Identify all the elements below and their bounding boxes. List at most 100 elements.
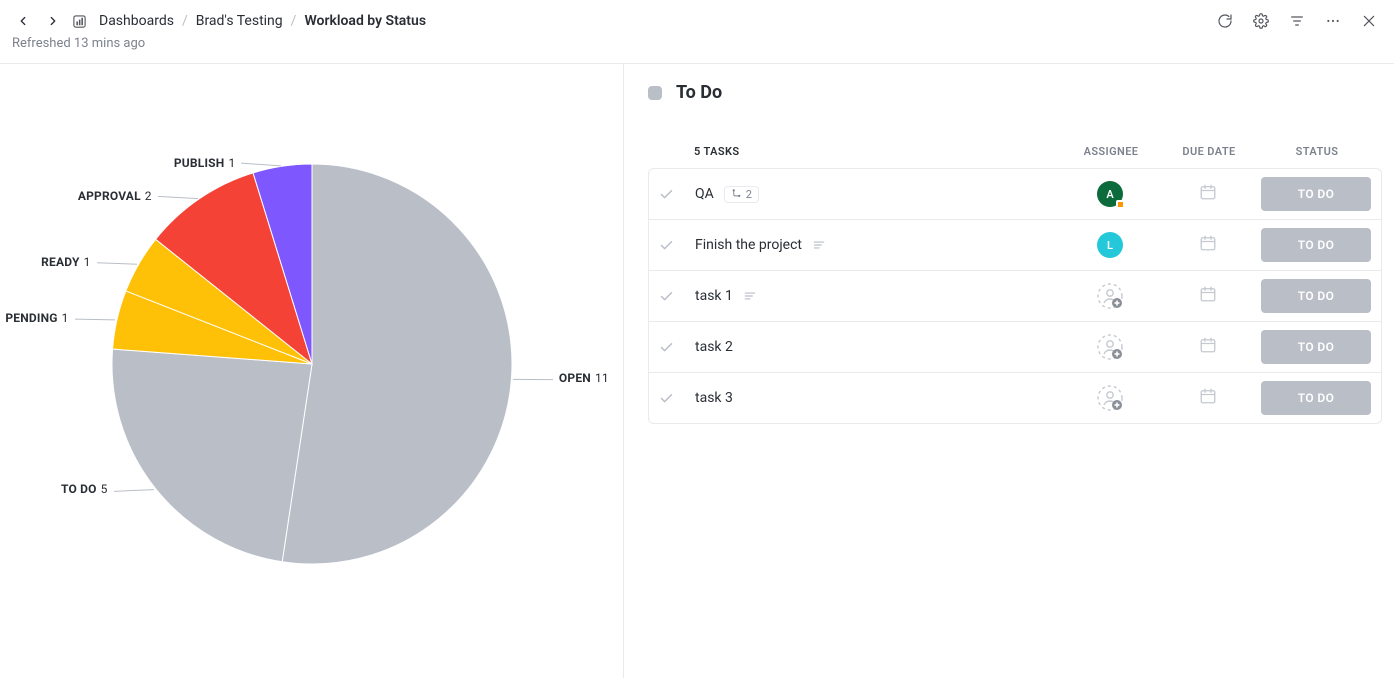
chart-label-value: 1 bbox=[228, 156, 235, 170]
task-title: task 3 bbox=[695, 390, 733, 406]
calendar-icon[interactable] bbox=[1199, 336, 1217, 358]
nav-forward-button[interactable] bbox=[42, 10, 64, 32]
calendar-icon[interactable] bbox=[1199, 387, 1217, 409]
status-pill[interactable]: TO DO bbox=[1261, 330, 1371, 364]
chart-label-name: TO DO bbox=[61, 482, 97, 496]
task-table: 5 TASKS ASSIGNEE DUE DATE STATUS QA2 A TO … bbox=[624, 121, 1394, 424]
breadcrumb: Dashboards / Brad's Testing / Workload b… bbox=[72, 13, 426, 29]
chart-label: PENDING1 bbox=[5, 311, 68, 325]
pie-chart: OPEN11TO DO5PENDING1READY1APPROVAL2PUBLI… bbox=[20, 84, 603, 644]
task-title: Finish the project bbox=[695, 237, 802, 253]
pie-chart-svg[interactable] bbox=[102, 154, 522, 574]
status-pill[interactable]: TO DO bbox=[1261, 228, 1371, 262]
check-icon[interactable] bbox=[659, 187, 687, 202]
due-date-cell[interactable] bbox=[1163, 387, 1253, 409]
due-date-cell[interactable] bbox=[1163, 234, 1253, 256]
due-date-cell[interactable] bbox=[1163, 336, 1253, 358]
status-pill[interactable]: TO DO bbox=[1261, 279, 1371, 313]
description-icon bbox=[743, 289, 757, 303]
chart-label-name: OPEN bbox=[559, 371, 591, 385]
subtask-count: 2 bbox=[746, 188, 752, 201]
check-icon[interactable] bbox=[659, 238, 687, 253]
close-icon[interactable] bbox=[1360, 12, 1378, 30]
chart-label-name: READY bbox=[41, 255, 79, 269]
task-title-cell[interactable]: task 2 bbox=[695, 339, 1057, 355]
table-row[interactable]: Finish the project L TO DO bbox=[649, 220, 1381, 271]
status-color-chip bbox=[648, 86, 662, 100]
chart-label-value: 1 bbox=[84, 255, 91, 269]
task-count: 5 TASKS bbox=[694, 145, 1058, 158]
chart-label-value: 5 bbox=[101, 482, 108, 496]
table-row[interactable]: task 2 TO DO bbox=[649, 322, 1381, 373]
chart-label: APPROVAL 2 bbox=[78, 189, 152, 203]
filter-icon[interactable] bbox=[1288, 12, 1306, 30]
task-table-body: QA2 A TO DO Finish the project L TO DO task 1 T… bbox=[648, 168, 1382, 424]
due-date-cell[interactable] bbox=[1163, 183, 1253, 205]
status-pill[interactable]: TO DO bbox=[1261, 177, 1371, 211]
check-icon[interactable] bbox=[659, 391, 687, 406]
table-row[interactable]: QA2 A TO DO bbox=[649, 169, 1381, 220]
subtask-chip[interactable]: 2 bbox=[724, 186, 759, 203]
calendar-icon[interactable] bbox=[1199, 183, 1217, 205]
top-bar-right bbox=[1216, 12, 1378, 30]
description-icon bbox=[812, 238, 826, 252]
panel-header: To Do bbox=[624, 64, 1394, 121]
chart-label-name: PUBLISH bbox=[174, 156, 225, 170]
main-split: OPEN11TO DO5PENDING1READY1APPROVAL2PUBLI… bbox=[0, 64, 1394, 678]
breadcrumb-folder[interactable]: Brad's Testing bbox=[196, 13, 283, 29]
breadcrumb-current[interactable]: Workload by Status bbox=[304, 13, 426, 29]
pie-slice[interactable] bbox=[112, 349, 312, 562]
task-table-header: 5 TASKS ASSIGNEE DUE DATE STATUS bbox=[648, 121, 1382, 168]
chart-label-name: APPROVAL bbox=[78, 189, 141, 203]
assign-user-icon[interactable] bbox=[1097, 334, 1123, 360]
separator: / bbox=[182, 13, 188, 29]
chart-panel: OPEN11TO DO5PENDING1READY1APPROVAL2PUBLI… bbox=[0, 64, 624, 678]
breadcrumb-dashboards[interactable]: Dashboards bbox=[99, 13, 174, 29]
status-pill[interactable]: TO DO bbox=[1261, 381, 1371, 415]
assignee-cell[interactable] bbox=[1065, 283, 1155, 309]
task-title-cell[interactable]: task 1 bbox=[695, 288, 1057, 304]
task-title-cell[interactable]: task 3 bbox=[695, 390, 1057, 406]
check-icon[interactable] bbox=[659, 340, 687, 355]
avatar[interactable]: A bbox=[1097, 181, 1123, 207]
chart-label: READY 1 bbox=[41, 255, 90, 269]
more-icon[interactable] bbox=[1324, 12, 1342, 30]
check-icon[interactable] bbox=[659, 289, 687, 304]
task-panel: To Do 5 TASKS ASSIGNEE DUE DATE STATUS Q… bbox=[624, 64, 1394, 678]
assignee-cell[interactable]: L bbox=[1065, 232, 1155, 258]
separator: / bbox=[291, 13, 297, 29]
chart-label-name: PENDING bbox=[5, 311, 57, 325]
avatar[interactable]: L bbox=[1097, 232, 1123, 258]
dashboard-icon bbox=[72, 14, 87, 29]
pie-slice[interactable] bbox=[282, 164, 512, 564]
assignee-cell[interactable] bbox=[1065, 334, 1155, 360]
task-title-cell[interactable]: QA2 bbox=[695, 186, 1057, 203]
task-title: task 2 bbox=[695, 339, 733, 355]
refresh-icon[interactable] bbox=[1216, 12, 1234, 30]
assignee-cell[interactable]: A bbox=[1065, 181, 1155, 207]
nav-back-button[interactable] bbox=[12, 10, 34, 32]
top-bar-left: Dashboards / Brad's Testing / Workload b… bbox=[12, 10, 426, 32]
table-row[interactable]: task 1 TO DO bbox=[649, 271, 1381, 322]
col-status[interactable]: STATUS bbox=[1262, 145, 1372, 158]
refresh-status: Refreshed 13 mins ago bbox=[0, 36, 1394, 63]
chart-label-value: 2 bbox=[145, 189, 152, 203]
gear-icon[interactable] bbox=[1252, 12, 1270, 30]
assign-user-icon[interactable] bbox=[1097, 385, 1123, 411]
panel-title: To Do bbox=[676, 82, 722, 103]
task-title-cell[interactable]: Finish the project bbox=[695, 237, 1057, 253]
chart-label: OPEN 11 bbox=[559, 371, 609, 385]
col-assignee[interactable]: ASSIGNEE bbox=[1066, 145, 1156, 158]
assign-user-icon[interactable] bbox=[1097, 283, 1123, 309]
top-bar: Dashboards / Brad's Testing / Workload b… bbox=[0, 0, 1394, 36]
table-row[interactable]: task 3 TO DO bbox=[649, 373, 1381, 423]
calendar-icon[interactable] bbox=[1199, 234, 1217, 256]
chart-label-value: 11 bbox=[595, 371, 609, 385]
assignee-cell[interactable] bbox=[1065, 385, 1155, 411]
task-title: task 1 bbox=[695, 288, 733, 304]
col-due-date[interactable]: DUE DATE bbox=[1164, 145, 1254, 158]
avatar-badge bbox=[1116, 200, 1125, 209]
due-date-cell[interactable] bbox=[1163, 285, 1253, 307]
calendar-icon[interactable] bbox=[1199, 285, 1217, 307]
chart-label: TO DO 5 bbox=[61, 482, 108, 496]
